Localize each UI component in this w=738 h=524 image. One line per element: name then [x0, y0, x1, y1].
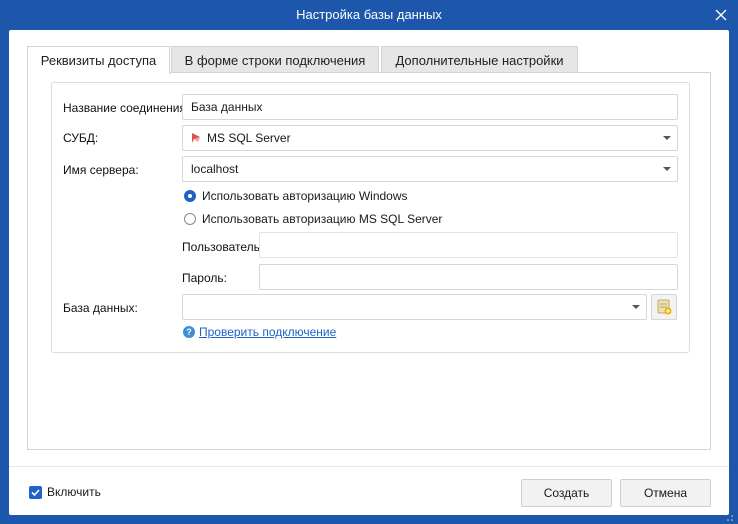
tab-connection-string[interactable]: В форме строки подключения: [171, 46, 379, 73]
checkmark-icon: [31, 489, 40, 497]
server-value: localhost: [191, 162, 239, 176]
server-label: Имя сервера:: [63, 163, 139, 177]
auth-sql-label[interactable]: Использовать авторизацию MS SQL Server: [202, 212, 442, 226]
close-icon: [715, 9, 727, 21]
tab-panel: Название соединения: База данных СУБД: M…: [27, 72, 711, 450]
user-label: Пользователь:: [182, 240, 264, 254]
chevron-down-icon: [632, 305, 640, 309]
info-icon: ?: [183, 326, 195, 338]
resize-grip-icon[interactable]: [726, 514, 734, 522]
password-label: Пароль:: [182, 271, 227, 285]
dialog-client-area: Реквизиты доступа В форме строки подключ…: [9, 30, 729, 515]
auth-windows-label[interactable]: Использовать авторизацию Windows: [202, 189, 408, 203]
sql-server-icon: [192, 133, 200, 143]
connection-name-field[interactable]: База данных: [182, 94, 678, 120]
connection-name-value: База данных: [191, 100, 263, 114]
check-connection-link[interactable]: Проверить подключение: [199, 325, 336, 339]
dbms-value: MS SQL Server: [207, 131, 291, 145]
user-field[interactable]: [259, 232, 678, 258]
tab-additional-settings[interactable]: Дополнительные настройки: [381, 46, 578, 73]
enable-label[interactable]: Включить: [47, 485, 101, 499]
dialog-title: Настройка базы данных: [296, 7, 442, 22]
enable-checkbox[interactable]: [29, 486, 42, 499]
password-field[interactable]: [259, 264, 678, 290]
tab-access-credentials[interactable]: Реквизиты доступа: [27, 46, 170, 74]
dialog-window: Настройка базы данных Реквизиты доступа …: [0, 0, 738, 524]
close-button[interactable]: [710, 4, 732, 26]
chevron-down-icon: [663, 136, 671, 140]
database-select[interactable]: [182, 294, 647, 320]
credentials-group: Название соединения: База данных СУБД: M…: [51, 82, 690, 353]
database-icon: [657, 299, 672, 315]
auth-windows-radio[interactable]: [184, 190, 196, 202]
server-select[interactable]: localhost: [182, 156, 678, 182]
select-database-button[interactable]: [651, 294, 677, 320]
dbms-label: СУБД:: [63, 131, 99, 145]
cancel-button[interactable]: Отмена: [620, 479, 711, 507]
auth-sql-radio[interactable]: [184, 213, 196, 225]
title-bar: Настройка базы данных: [0, 0, 738, 30]
chevron-down-icon: [663, 167, 671, 171]
connection-name-label: Название соединения:: [63, 101, 190, 115]
dbms-select[interactable]: MS SQL Server: [182, 125, 678, 151]
database-label: База данных:: [63, 301, 138, 315]
create-button[interactable]: Создать: [521, 479, 612, 507]
footer-divider: [9, 466, 729, 467]
